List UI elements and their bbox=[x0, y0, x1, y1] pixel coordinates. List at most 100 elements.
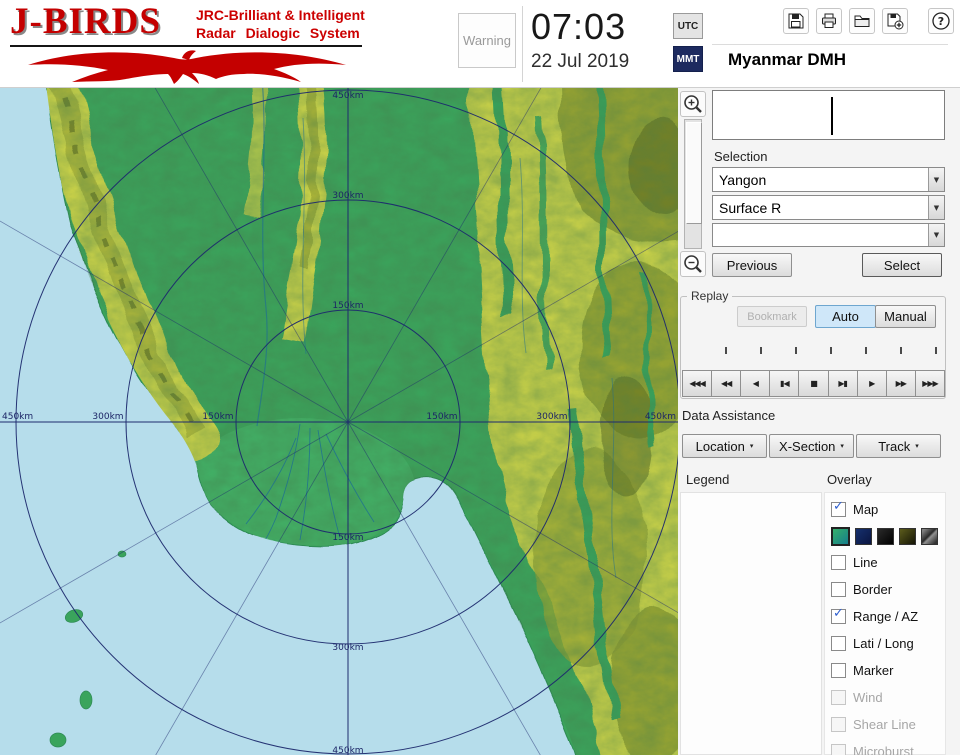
chevron-down-icon: ▾ bbox=[915, 442, 919, 450]
product-dropdown-value: Surface R bbox=[719, 199, 782, 216]
border-checkbox[interactable] bbox=[831, 582, 846, 597]
skip-to-start-button[interactable]: ◀◀◀ bbox=[682, 370, 713, 397]
chevron-down-icon[interactable]: ▼ bbox=[928, 196, 944, 219]
eagle-logo-icon bbox=[28, 50, 346, 84]
palette-black-swatch[interactable] bbox=[877, 527, 894, 545]
overlay-item-map[interactable]: ✓ Map bbox=[831, 496, 945, 523]
open-folder-button[interactable] bbox=[849, 8, 875, 34]
mmt-toggle-button[interactable]: MMT bbox=[673, 46, 703, 72]
palette-navy-swatch[interactable] bbox=[855, 527, 872, 545]
map-checkbox[interactable]: ✓ bbox=[831, 499, 846, 517]
zoom-slider-track[interactable] bbox=[684, 119, 702, 249]
replay-groupbox: Replay Bookmark Auto Manual ◀◀◀ ◀◀ ◀ ▮◀ … bbox=[680, 289, 946, 399]
playback-controls: ◀◀◀ ◀◀ ◀ ▮◀ ■ ▶▮ ▶ ▶▶ ▶▶▶ bbox=[682, 370, 945, 397]
site-dropdown-value: Yangon bbox=[719, 171, 767, 188]
stop-button[interactable]: ■ bbox=[798, 370, 829, 397]
header-divider bbox=[522, 6, 523, 82]
utc-toggle-button[interactable]: UTC bbox=[673, 13, 703, 39]
overlay-item-range-az[interactable]: ✓ Range / AZ bbox=[831, 603, 945, 630]
step-forward-button[interactable]: ▶▮ bbox=[827, 370, 858, 397]
location-button[interactable]: Location ▾ bbox=[682, 434, 767, 458]
range-label: 450km bbox=[645, 412, 676, 422]
range-label: 450km bbox=[332, 746, 363, 755]
range-az-checkbox[interactable]: ✓ bbox=[831, 606, 846, 624]
line-checkbox[interactable] bbox=[831, 555, 846, 570]
replay-slider[interactable] bbox=[725, 347, 937, 354]
auto-mode-button[interactable]: Auto bbox=[815, 305, 876, 328]
lati-long-checkbox[interactable] bbox=[831, 636, 846, 651]
play-button[interactable]: ▶ bbox=[856, 370, 887, 397]
step-back-button[interactable]: ▮◀ bbox=[769, 370, 800, 397]
palette-olive-swatch[interactable] bbox=[899, 527, 916, 545]
save-icon bbox=[788, 13, 804, 29]
product-dropdown[interactable]: Surface R ▼ bbox=[712, 195, 945, 220]
shear-line-checkbox bbox=[831, 717, 846, 732]
overlay-item-line[interactable]: Line bbox=[831, 549, 945, 576]
range-label: 150km bbox=[332, 301, 363, 311]
overlay-item-shear-line: Shear Line bbox=[831, 711, 945, 738]
logo-subtitle-2: Radar Dialogic System bbox=[196, 25, 360, 41]
save-button[interactable] bbox=[783, 8, 809, 34]
radar-map-viewport[interactable]: 450km 300km 150km 150km 300km 450km 450k… bbox=[0, 0, 782, 755]
overlay-panel: ✓ Map Line Border ✓ Range / AZ Lati / Lo… bbox=[824, 492, 946, 755]
chevron-down-icon[interactable]: ▼ bbox=[928, 168, 944, 191]
range-label: 450km bbox=[332, 91, 363, 101]
replay-label: Replay bbox=[687, 289, 733, 303]
chevron-down-icon: ▾ bbox=[749, 442, 754, 450]
overlay-item-wind: Wind bbox=[831, 684, 945, 711]
palette-terrain-swatch[interactable] bbox=[831, 526, 850, 546]
slider-tick bbox=[900, 347, 902, 354]
check-icon: ✓ bbox=[833, 606, 844, 621]
select-button[interactable]: Select bbox=[862, 253, 942, 277]
range-label: 150km bbox=[426, 412, 457, 422]
marker-checkbox[interactable] bbox=[831, 663, 846, 678]
logo-subtitle-1: JRC-Brilliant & Intelligent bbox=[196, 7, 365, 23]
range-label: 300km bbox=[332, 643, 363, 653]
range-label: 300km bbox=[332, 191, 363, 201]
export-button[interactable] bbox=[882, 8, 908, 34]
overlay-item-lati-long[interactable]: Lati / Long bbox=[831, 630, 945, 657]
station-title: Myanmar DMH bbox=[728, 50, 847, 69]
map-palette-row bbox=[831, 523, 945, 549]
slider-tick bbox=[795, 347, 797, 354]
fast-rewind-button[interactable]: ◀◀ bbox=[711, 370, 742, 397]
slider-tick bbox=[935, 347, 937, 354]
station-divider bbox=[712, 44, 948, 45]
overlay-item-border[interactable]: Border bbox=[831, 576, 945, 603]
print-button[interactable] bbox=[816, 8, 842, 34]
export-icon bbox=[887, 13, 904, 30]
header-bar: J-BIRDS JRC-Brilliant & Intelligent Rada… bbox=[0, 0, 960, 88]
warning-button[interactable]: Warning bbox=[458, 13, 516, 68]
zoom-slider-thumb[interactable] bbox=[686, 122, 702, 224]
check-icon: ✓ bbox=[833, 499, 844, 514]
legend-label: Legend bbox=[686, 472, 730, 487]
extra-dropdown[interactable]: ▼ bbox=[712, 223, 945, 247]
overlay-label: Overlay bbox=[827, 472, 872, 487]
skip-to-end-button[interactable]: ▶▶▶ bbox=[914, 370, 945, 397]
xsection-button[interactable]: X-Section ▾ bbox=[769, 434, 854, 458]
site-dropdown[interactable]: Yangon ▼ bbox=[712, 167, 945, 192]
range-label: 150km bbox=[332, 533, 363, 543]
chevron-down-icon[interactable]: ▼ bbox=[928, 224, 944, 246]
zoom-in-icon bbox=[684, 95, 702, 113]
previous-button[interactable]: Previous bbox=[712, 253, 792, 277]
fast-forward-button[interactable]: ▶▶ bbox=[885, 370, 916, 397]
play-reverse-button[interactable]: ◀ bbox=[740, 370, 771, 397]
clock-time: 07:03 bbox=[531, 6, 627, 47]
zoom-in-button[interactable] bbox=[680, 91, 706, 117]
folder-icon bbox=[854, 15, 870, 27]
help-button[interactable]: ? bbox=[928, 8, 954, 34]
command-input[interactable] bbox=[712, 90, 945, 140]
track-button[interactable]: Track ▾ bbox=[856, 434, 941, 458]
help-icon: ? bbox=[932, 12, 950, 30]
manual-mode-button[interactable]: Manual bbox=[875, 305, 936, 328]
text-caret bbox=[831, 97, 833, 135]
range-label: 300km bbox=[536, 412, 567, 422]
range-label: 300km bbox=[92, 412, 123, 422]
jbirds-application: J-BIRDS JRC-Brilliant & Intelligent Rada… bbox=[0, 0, 960, 755]
zoom-out-button[interactable] bbox=[680, 251, 706, 277]
overlay-item-marker[interactable]: Marker bbox=[831, 657, 945, 684]
palette-gray-swatch[interactable] bbox=[921, 527, 938, 545]
slider-tick bbox=[830, 347, 832, 354]
data-assistance-label: Data Assistance bbox=[682, 408, 776, 423]
